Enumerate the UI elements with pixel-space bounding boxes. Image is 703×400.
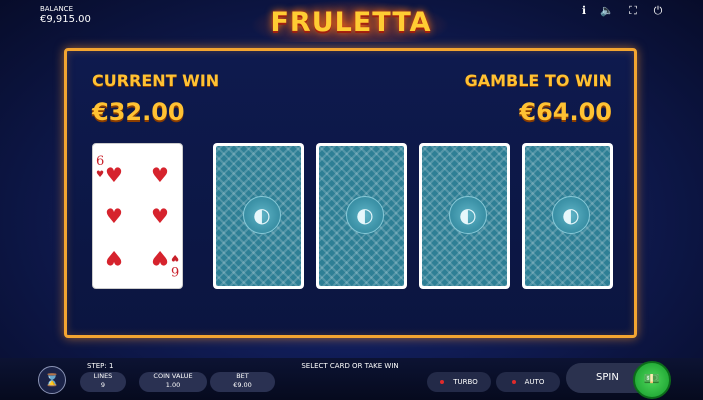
collect-icon[interactable]: 💵 [633, 361, 671, 399]
turbo-status-dot [440, 380, 445, 384]
fullscreen-icon[interactable]: ⛶ [626, 4, 640, 18]
heart-pip-icon: ♥ [151, 163, 169, 187]
heart-pip-icon: ♥ [105, 163, 123, 187]
coin-value-label: COIN VALUE [153, 372, 193, 380]
face-down-card-2[interactable]: ◐ [316, 143, 407, 289]
bet-display[interactable]: BET €9.00 [210, 372, 275, 392]
power-icon[interactable]: ⏻ [651, 4, 665, 18]
heart-pip-icon: ♥ [151, 246, 169, 270]
card-rank-top: 6 [96, 154, 105, 169]
lines-label: LINES [93, 372, 113, 380]
suit-icon: ♥ [96, 170, 105, 180]
spin-label: SPIN [596, 372, 619, 383]
card-back-logo-icon: ◐ [449, 196, 487, 234]
card-back-logo-icon: ◐ [346, 196, 384, 234]
auto-button[interactable]: AUTO [496, 372, 560, 392]
gamble-to-win-label: GAMBLE TO WIN [464, 71, 612, 90]
gamble-to-win-value: €64.00 [519, 98, 612, 126]
heart-pip-icon: ♥ [151, 204, 169, 228]
card-rank-bottom: 6 [170, 263, 179, 278]
balance-label: BALANCE [40, 5, 73, 13]
face-down-card-4[interactable]: ◐ [522, 143, 613, 289]
step-indicator: STEP: 1 [87, 362, 114, 370]
top-bar: BALANCE €9,915.00 FRULETTA ℹ 🔈 ⛶ ⏻ [0, 0, 703, 42]
auto-label: AUTO [524, 378, 545, 386]
current-win-label: CURRENT WIN [92, 71, 220, 90]
turbo-label: TURBO [453, 378, 478, 386]
turbo-toggle[interactable]: TURBO [427, 372, 491, 392]
info-icon[interactable]: ℹ [577, 4, 591, 18]
game-logo: FRULETTA [270, 7, 432, 38]
auto-status-dot [511, 380, 516, 384]
card-back-logo-icon: ◐ [243, 196, 281, 234]
sound-icon[interactable]: 🔈 [600, 4, 614, 18]
revealed-card-six-of-hearts: 6 ♥ ♥ ♥ ♥ ♥ ♥ ♥ ♥ 6 [92, 143, 183, 289]
balance-value: €9,915.00 [40, 14, 91, 25]
bet-label: BET [236, 372, 249, 380]
card-back-logo-icon: ◐ [552, 196, 590, 234]
bet-value: €9.00 [233, 381, 252, 389]
face-down-card-3[interactable]: ◐ [419, 143, 510, 289]
face-down-card-1[interactable]: ◐ [213, 143, 304, 289]
heart-pip-icon: ♥ [105, 246, 123, 270]
coin-value-value: 1.00 [165, 381, 181, 389]
lines-selector[interactable]: LINES 9 [80, 372, 126, 392]
heart-pip-icon: ♥ [105, 204, 123, 228]
history-button[interactable]: ⌛ [38, 366, 66, 394]
suit-icon: ♥ [170, 252, 179, 262]
lines-value: 9 [100, 381, 106, 389]
coin-value-selector[interactable]: COIN VALUE 1.00 [139, 372, 207, 392]
history-icon: ⌛ [44, 373, 60, 387]
status-message: SELECT CARD OR TAKE WIN [301, 362, 399, 370]
current-win-value: €32.00 [92, 98, 185, 126]
